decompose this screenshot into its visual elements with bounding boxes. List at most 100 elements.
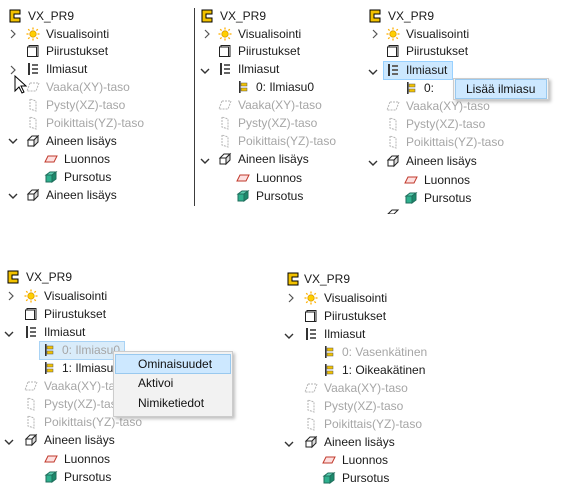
plane-icon bbox=[304, 399, 318, 413]
tree-item-vaaka[interactable]: Vaaka(XY)-taso bbox=[238, 97, 322, 113]
tree-item-visualisointi[interactable]: Visualisointi bbox=[324, 290, 387, 306]
chevron-down-icon[interactable] bbox=[8, 135, 18, 147]
tree-root-label[interactable]: VX_PR9 bbox=[28, 8, 74, 24]
tree-item-pursotus[interactable]: Pursotus bbox=[64, 169, 111, 185]
solid-body-icon bbox=[44, 170, 58, 184]
tree-item-ilmiasut[interactable]: Ilmiasut bbox=[406, 62, 447, 78]
chevron-right-icon[interactable] bbox=[6, 290, 16, 302]
tree-item-luonnos[interactable]: Luonnos bbox=[64, 151, 110, 167]
tree-item-pysty[interactable]: Pysty(XZ)-taso bbox=[406, 116, 485, 132]
solid-body-icon bbox=[236, 189, 250, 203]
plane-icon bbox=[386, 99, 400, 113]
add-appearance-menu: Lisää ilmiasu bbox=[453, 78, 549, 100]
tree-item-oikeakatinen[interactable]: 1: Oikeakätinen bbox=[342, 362, 425, 378]
tree-item-poikittais[interactable]: Poikittais(YZ)-taso bbox=[238, 133, 336, 149]
sun-icon bbox=[218, 27, 232, 41]
tree-item-pysty[interactable]: Pysty(XZ)-taso bbox=[324, 398, 403, 414]
tree-item-pysty[interactable]: Pysty(XZ)-taso bbox=[238, 115, 317, 131]
tree-item-vaaka[interactable]: Vaaka(XY)-taso bbox=[46, 79, 130, 95]
chevron-down-icon[interactable] bbox=[284, 438, 294, 450]
chevron-down-icon[interactable] bbox=[284, 330, 294, 342]
tree-root-label[interactable]: VX_PR9 bbox=[304, 271, 350, 287]
tree-item-aineen-lisays[interactable]: Aineen lisäys bbox=[238, 151, 309, 167]
menu-item-ominaisuudet[interactable]: Ominaisuudet bbox=[115, 354, 231, 374]
tree-item-visualisointi[interactable]: Visualisointi bbox=[238, 26, 301, 42]
tree-item-aineen-lisays[interactable]: Aineen lisäys bbox=[46, 133, 117, 149]
tree-item-luonnos[interactable]: Luonnos bbox=[342, 452, 388, 468]
tree-item-luonnos[interactable]: Luonnos bbox=[256, 170, 302, 186]
tree-item-aineen-lisays[interactable]: Aineen lisäys bbox=[406, 153, 477, 169]
chevron-down-icon[interactable] bbox=[4, 328, 14, 340]
tree-item-ilmiasut[interactable]: Ilmiasut bbox=[46, 61, 87, 77]
chevron-right-icon[interactable] bbox=[286, 292, 296, 304]
tree-item-ilmiasut[interactable]: Ilmiasut bbox=[324, 326, 365, 342]
tree-item-pysty[interactable]: Pysty(XZ)-taso bbox=[46, 97, 125, 113]
tree-item-piirustukset[interactable]: Piirustukset bbox=[46, 43, 108, 59]
tree-item-ilmiasu0[interactable]: 0: Ilmiasu0 bbox=[256, 79, 314, 95]
part-c-icon bbox=[286, 272, 300, 286]
tree-panel-2: VX_PR9 Visualisointi Piirustukset Ilmias… bbox=[196, 0, 364, 210]
drawing-sheet-icon bbox=[304, 309, 318, 323]
drawing-sheet-icon bbox=[24, 307, 38, 321]
chevron-right-icon[interactable] bbox=[370, 28, 380, 40]
tree-item-ilmiasu0[interactable]: 0: Ilmiasu0 bbox=[62, 342, 120, 358]
sketch-icon bbox=[44, 452, 58, 466]
tree-item-piirustukset[interactable]: Piirustukset bbox=[406, 43, 468, 59]
tree-root-label[interactable]: VX_PR9 bbox=[26, 269, 72, 285]
tree-item-visualisointi[interactable]: Visualisointi bbox=[406, 26, 469, 42]
tree-item-pursotus[interactable]: Pursotus bbox=[256, 188, 303, 204]
solid-body-icon bbox=[322, 471, 336, 485]
tree-item-pursotus[interactable]: Pursotus bbox=[342, 470, 389, 486]
chevron-right-icon[interactable] bbox=[202, 28, 212, 40]
tree-item-piirustukset[interactable]: Piirustukset bbox=[238, 43, 300, 59]
mouse-cursor-icon bbox=[14, 74, 28, 98]
tree-item-vasenkatinen[interactable]: 0: Vasenkätinen bbox=[342, 344, 427, 360]
tree-item-piirustukset[interactable]: Piirustukset bbox=[324, 308, 386, 324]
tree-item-ilmiasut[interactable]: Ilmiasut bbox=[238, 61, 279, 77]
tree-item-poikittais[interactable]: Poikittais(YZ)-taso bbox=[324, 416, 422, 432]
plane-icon bbox=[26, 80, 40, 94]
tree-item-ilmiasu1[interactable]: 1: Ilmiasu bbox=[62, 360, 113, 376]
menu-item-aktivoi[interactable]: Aktivoi bbox=[116, 374, 230, 392]
tree-root-label[interactable]: VX_PR9 bbox=[220, 8, 266, 24]
appearance-item-icon bbox=[236, 80, 250, 94]
chevron-down-icon[interactable] bbox=[4, 436, 14, 448]
chevron-right-icon[interactable] bbox=[8, 28, 18, 40]
tree-item-visualisointi[interactable]: Visualisointi bbox=[44, 288, 107, 304]
chevron-down-icon[interactable] bbox=[200, 65, 210, 77]
drawing-sheet-icon bbox=[26, 44, 40, 58]
tree-item-visualisointi[interactable]: Visualisointi bbox=[46, 26, 109, 42]
tree-item-ilmiasut[interactable]: Ilmiasut bbox=[44, 324, 85, 340]
plane-icon bbox=[304, 381, 318, 395]
tree-item-pursotus[interactable]: Pursotus bbox=[424, 190, 471, 206]
sun-icon bbox=[386, 27, 400, 41]
chevron-down-icon[interactable] bbox=[200, 155, 210, 167]
tree-item-pysty[interactable]: Pysty(XZ)-taso bbox=[44, 396, 123, 412]
plane-icon bbox=[26, 116, 40, 130]
chevron-down-icon[interactable] bbox=[368, 157, 378, 169]
plane-icon bbox=[24, 397, 38, 411]
solid-body-icon bbox=[404, 191, 418, 205]
tree-item-poikittais[interactable]: Poikittais(YZ)-taso bbox=[46, 115, 144, 131]
sketch-icon bbox=[236, 171, 250, 185]
tree-panel-4: VX_PR9 Visualisointi Piirustukset Ilmias… bbox=[0, 262, 260, 487]
tree-item-aineen-lisays[interactable]: Aineen lisäys bbox=[44, 432, 115, 448]
menu-item-add-appearance[interactable]: Lisää ilmiasu bbox=[455, 79, 547, 99]
tree-item-pursotus[interactable]: Pursotus bbox=[64, 469, 111, 485]
chevron-down-icon[interactable] bbox=[368, 66, 378, 78]
tree-item-ilmiasu0[interactable]: 0: bbox=[424, 80, 434, 96]
part-c-icon bbox=[8, 9, 22, 23]
tree-item-luonnos[interactable]: Luonnos bbox=[424, 172, 470, 188]
tree-item-aineen-lisays-2[interactable]: Aineen lisäys bbox=[46, 187, 117, 203]
menu-item-nimiketiedot[interactable]: Nimiketiedot bbox=[116, 394, 230, 412]
tree-root-label[interactable]: VX_PR9 bbox=[388, 8, 434, 24]
tree-item-poikittais[interactable]: Poikittais(YZ)-taso bbox=[406, 134, 504, 150]
appearance-list-icon bbox=[304, 327, 318, 341]
chevron-down-icon[interactable] bbox=[8, 190, 18, 202]
tree-item-vaaka[interactable]: Vaaka(XY)-taso bbox=[324, 380, 408, 396]
tree-item-luonnos[interactable]: Luonnos bbox=[64, 451, 110, 467]
tree-item-aineen-lisays[interactable]: Aineen lisäys bbox=[324, 434, 395, 450]
tree-item-piirustukset[interactable]: Piirustukset bbox=[44, 306, 106, 322]
appearance-list-icon bbox=[218, 62, 232, 76]
tree-item-vaaka[interactable]: Vaaka(XY)-taso bbox=[406, 98, 490, 114]
